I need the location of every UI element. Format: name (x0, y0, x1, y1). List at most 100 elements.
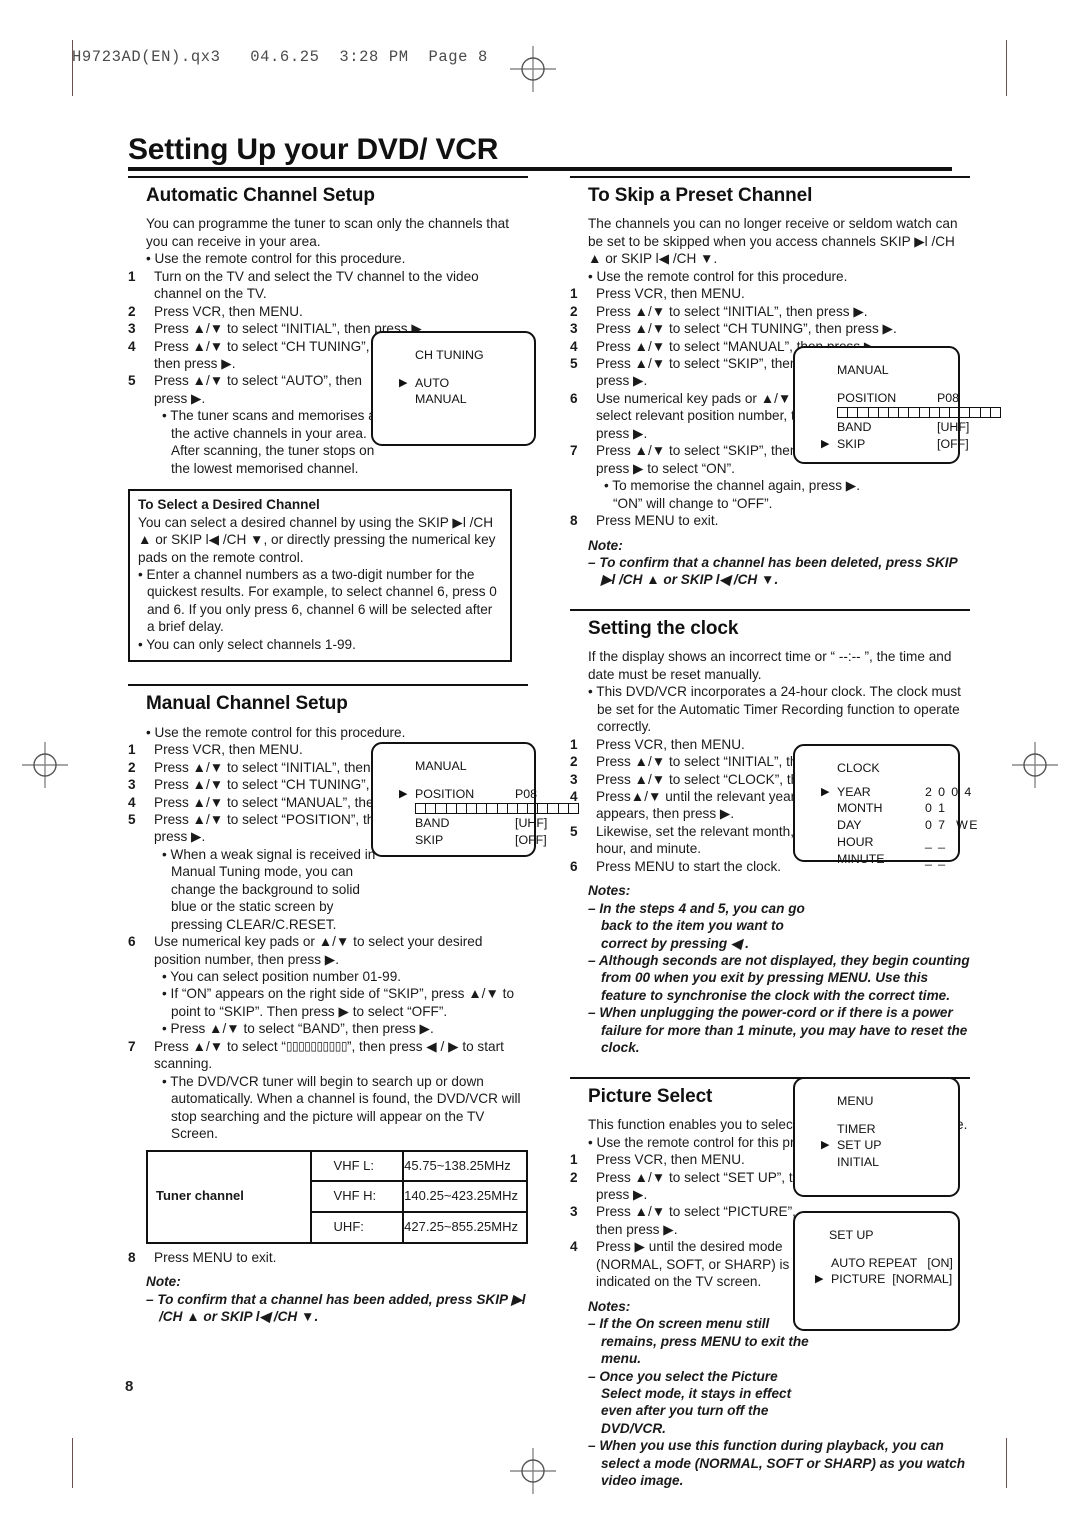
list-item: 5 Press ▲/▼ to select “SKIP”, then press … (570, 355, 826, 390)
cursor-arrow-icon: ▶ (821, 785, 830, 798)
tip-box-desired-channel: To Select a Desired Channel You can sele… (128, 489, 512, 663)
step-text: Turn on the TV and select the TV channel… (154, 268, 479, 302)
step-text: Use numerical key pads or ▲/▼ to select … (154, 934, 483, 967)
osd-row: INITIAL (821, 1154, 958, 1171)
list-item: 1 Press VCR, then MENU. (570, 285, 970, 302)
list-item: 1 Turn on the TV and select the TV channe… (128, 268, 528, 303)
step-number: 2 (570, 1169, 578, 1185)
list-item: 4 Press▲/▼ until the relevant year appear… (570, 788, 828, 823)
osd-row-label: INITIAL (837, 1155, 879, 1170)
step7-pre: Press ▲/▼ to select “ (154, 1038, 286, 1054)
tip-body: You can select a desired channel by usin… (138, 514, 496, 565)
osd-row: HOUR _ _ (821, 834, 958, 851)
step-text: Press VCR, then MENU. (596, 736, 745, 752)
list-item: 7 Press ▲/▼ to select “▯▯▯▯▯▯▯▯▯▯”, then … (128, 1038, 528, 1143)
step-text: Press▲/▼ until the relevant year appears… (596, 788, 796, 822)
osd-row-label: SET UP (837, 1138, 882, 1153)
band-label: VHF H: (309, 1180, 405, 1213)
title-underline (128, 167, 952, 171)
osd-ch-tuning: CH TUNING ▶ AUTO MANUAL (371, 331, 536, 446)
tip-bullet: • Enter a channel numbers as a two-digit… (138, 567, 497, 635)
automatic-step5-sub: • The tuner scans and memorises all the … (162, 408, 382, 476)
position-meter (837, 407, 1001, 419)
clock-intro: If the display shows an incorrect time o… (588, 649, 952, 682)
list-item: 2 Press ▲/▼ to select “SET UP”, then pres… (570, 1169, 824, 1204)
step-number: 6 (570, 390, 578, 406)
step-text: Press ▲/▼ to select “SET UP”, then press… (596, 1169, 816, 1202)
osd-clock: CLOCK ▶ YEAR 2 0 0 4 MONTH 0 1 DAY 0 7 WE HO… (793, 744, 977, 866)
list-item: 3 Press ▲/▼ to select “PICTURE”, then pre… (570, 1203, 824, 1238)
list-item: 8 Press MENU to exit. (570, 512, 970, 529)
heading-manual-channel-setup: Manual Channel Setup (146, 693, 348, 715)
osd-row-label: MINUTE (837, 851, 885, 866)
osd-row-label: MANUAL (415, 392, 467, 407)
step-text: Press ▲/▼ to select “POSITION”, then pre… (154, 811, 390, 845)
band-range: 140.25~423.25MHz (402, 1180, 528, 1213)
manual-step6-sub: • You can select position number 01-99. (162, 969, 402, 985)
tuner-channel-label: Tuner channel (146, 1149, 312, 1244)
list-item: 7 Press ▲/▼ to select “SKIP”, then press … (570, 442, 860, 512)
section-rule-manual (128, 684, 528, 687)
osd-row-label: MONTH (837, 801, 883, 816)
table-row: Tuner channel VHF L: 45.75~138.25MHz (146, 1149, 528, 1244)
clock-note-item: – When unplugging the power-cord or if t… (588, 1005, 968, 1056)
osd-row-label: TIMER (837, 1121, 876, 1136)
cursor-arrow-icon: ▶ (821, 438, 830, 451)
step-number: 4 (570, 1239, 578, 1255)
step-text: Press MENU to exit. (596, 513, 719, 529)
step-number: 2 (128, 303, 136, 319)
clock-intro-bullet: • This DVD/VCR incorporates a 24-hour cl… (588, 684, 961, 735)
step-number: 1 (570, 736, 578, 752)
skip-note-heading: Note: (588, 537, 623, 553)
osd-title: MENU (837, 1094, 874, 1108)
osd-row-value: _ _ (925, 851, 947, 866)
step-number: 2 (570, 754, 578, 770)
section-rule-skip (570, 176, 970, 178)
heading-skip-preset-channel: To Skip a Preset Channel (588, 185, 813, 206)
step-text: Press VCR, then MENU. (154, 303, 303, 319)
clock-note-item: – Although seconds are not displayed, th… (588, 953, 970, 1003)
step-number: 7 (570, 443, 578, 459)
manual-step6-sub: • Press ▲/▼ to select “BAND”, then press… (162, 1021, 434, 1037)
osd-row-value: [OFF] (937, 437, 969, 452)
step-number: 5 (570, 356, 578, 372)
picture-note-item: – Once you select the Picture Select mod… (588, 1368, 792, 1436)
osd-row: ▶ POSITION P08 (399, 786, 537, 803)
osd-row: MONTH 0 1 (821, 800, 958, 817)
crop-mark-bottom-left (72, 1438, 73, 1488)
osd-row: TIMER (821, 1121, 958, 1138)
heading-automatic-channel-setup: Automatic Channel Setup (146, 185, 375, 206)
osd-row: POSITION P08 (821, 390, 960, 407)
step-text: Press VCR, then MENU. (596, 286, 745, 302)
cursor-arrow-icon: ▶ (821, 1139, 830, 1152)
osd-row-label: SKIP (837, 437, 866, 452)
band-boxes-glyph: ▯▯▯▯▯▯▯▯▯▯ (285, 1038, 348, 1053)
list-item: 4 Press ▶ until the desired mode (NORMAL,… (570, 1238, 824, 1290)
registration-mark-left (22, 742, 68, 788)
picture-note-item: – If the On screen menu still remains, p… (588, 1316, 809, 1367)
position-meter (415, 803, 579, 815)
step-number: 4 (128, 794, 136, 810)
crop-mark-bottom-right (1006, 1438, 1007, 1488)
osd-manual-skip: MANUAL POSITION P08 BAND [UHF] ▶ SKIP [OFF] (793, 346, 1001, 464)
step-number: 3 (570, 1204, 578, 1220)
osd-menu: MENU TIMER ▶ SET UP INITIAL (793, 1077, 960, 1197)
osd-row-value: 2 0 0 4 (925, 784, 973, 799)
osd-set-up: SET UP AUTO REPEAT [ON] ▶ PICTURE [NORMAL… (793, 1211, 960, 1331)
step-number: 6 (128, 934, 136, 950)
step-number: 3 (570, 321, 578, 337)
step-number: 4 (570, 338, 578, 354)
step-text: Press ▲/▼ to select “INITIAL”, then pres… (596, 303, 868, 319)
registration-mark-bottom (510, 1448, 556, 1494)
page-slug: H9723AD(EN).qx3 04.6.25 3:28 PM Page 8 (72, 48, 488, 66)
step-number: 5 (128, 811, 136, 827)
osd-row-label: SKIP (415, 833, 444, 848)
skip-step7-sub: • To memorise the channel again, press ▶… (604, 478, 861, 511)
tip-bullet: • You can only select channels 1-99. (138, 636, 356, 652)
osd-row-value: P08 (937, 390, 960, 405)
step-text: Press ▶ until the desired mode (NORMAL, … (596, 1239, 790, 1290)
clock-note-heading: Notes: (588, 883, 631, 899)
osd-manual-left: MANUAL ▶ POSITION P08 BAND [UHF] SKIP [OFF] (371, 742, 579, 857)
osd-row-label: YEAR (837, 784, 871, 799)
step-number: 4 (128, 338, 136, 354)
